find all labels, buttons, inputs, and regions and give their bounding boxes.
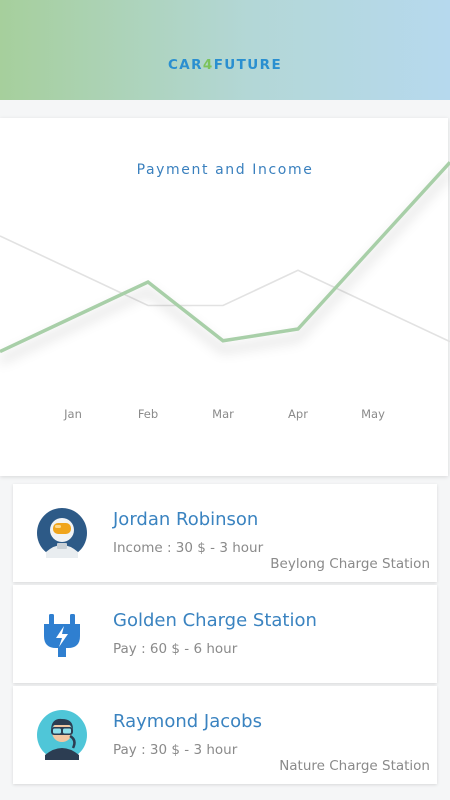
- x-tick-label: Feb: [138, 407, 158, 421]
- card-detail: Pay : 60 $ - 6 hour: [113, 641, 238, 657]
- x-tick-label: Jan: [63, 407, 82, 421]
- x-tick-label: Mar: [212, 407, 234, 421]
- card-title: Jordan Robinson: [113, 509, 259, 530]
- x-tick-label: May: [361, 407, 385, 421]
- card-detail: Income : 30 $ - 3 hour: [113, 540, 264, 556]
- card-detail: Pay : 30 $ - 3 hour: [113, 742, 238, 758]
- app-logo: CAR4FUTURE: [167, 57, 283, 73]
- card-station: Nature Charge Station: [279, 758, 430, 774]
- line-chart: Jan Feb Mar Apr May: [0, 161, 450, 421]
- card-title: Raymond Jacobs: [113, 711, 262, 732]
- transaction-card[interactable]: Jordan Robinson Income : 30 $ - 3 hour B…: [13, 484, 437, 582]
- series-line-primary: [0, 161, 450, 354]
- series-line-secondary: [0, 235, 450, 343]
- card-title: Golden Charge Station: [113, 610, 317, 631]
- x-tick-label: Apr: [288, 407, 308, 421]
- card-station: Beylong Charge Station: [270, 556, 430, 572]
- transaction-card[interactable]: Golden Charge Station Pay : 60 $ - 6 hou…: [13, 585, 437, 683]
- diver-avatar-icon: [37, 710, 87, 760]
- app-header: CAR4FUTURE: [0, 0, 450, 100]
- charging-plug-icon: [44, 614, 80, 657]
- transaction-card[interactable]: Raymond Jacobs Pay : 30 $ - 3 hour Natur…: [13, 686, 437, 784]
- astronaut-avatar-icon: [37, 508, 87, 558]
